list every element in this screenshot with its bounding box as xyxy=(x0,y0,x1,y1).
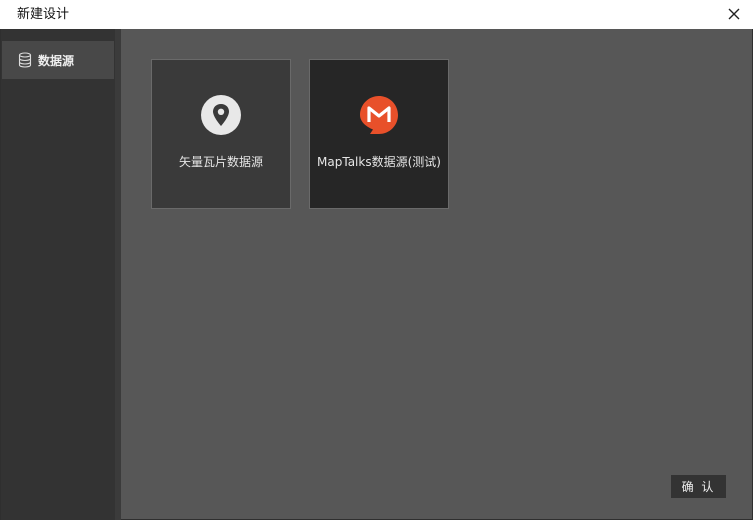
card-vector-tile-datasource[interactable]: 矢量瓦片数据源 xyxy=(151,59,291,209)
map-pin-icon xyxy=(201,95,241,135)
card-maptalks-datasource[interactable]: MapTalks数据源(测试) xyxy=(309,59,449,209)
sidebar-item-datasource[interactable]: 数据源 xyxy=(2,41,114,79)
datasource-grid: 矢量瓦片数据源 MapTalks数据源(测试) 确 认 xyxy=(121,29,752,519)
dialog-title: 新建设计 xyxy=(17,7,70,22)
maptalks-logo-icon xyxy=(359,95,399,135)
close-icon xyxy=(728,8,740,20)
title-bar: 新建设计 xyxy=(0,0,753,29)
close-button[interactable] xyxy=(723,3,745,25)
database-icon xyxy=(18,52,32,68)
card-label: 矢量瓦片数据源 xyxy=(178,155,263,169)
new-design-dialog: 新建设计 数据源 矢量瓦片数据源 MapTalks数据源(测试) 确 认 xyxy=(0,0,753,521)
confirm-button[interactable]: 确 认 xyxy=(671,475,726,498)
dialog-body: 数据源 矢量瓦片数据源 MapTalks数据源(测试) 确 认 xyxy=(0,29,753,520)
sidebar-item-label: 数据源 xyxy=(38,53,75,68)
card-label: MapTalks数据源(测试) xyxy=(317,155,441,169)
sidebar: 数据源 xyxy=(1,29,115,520)
